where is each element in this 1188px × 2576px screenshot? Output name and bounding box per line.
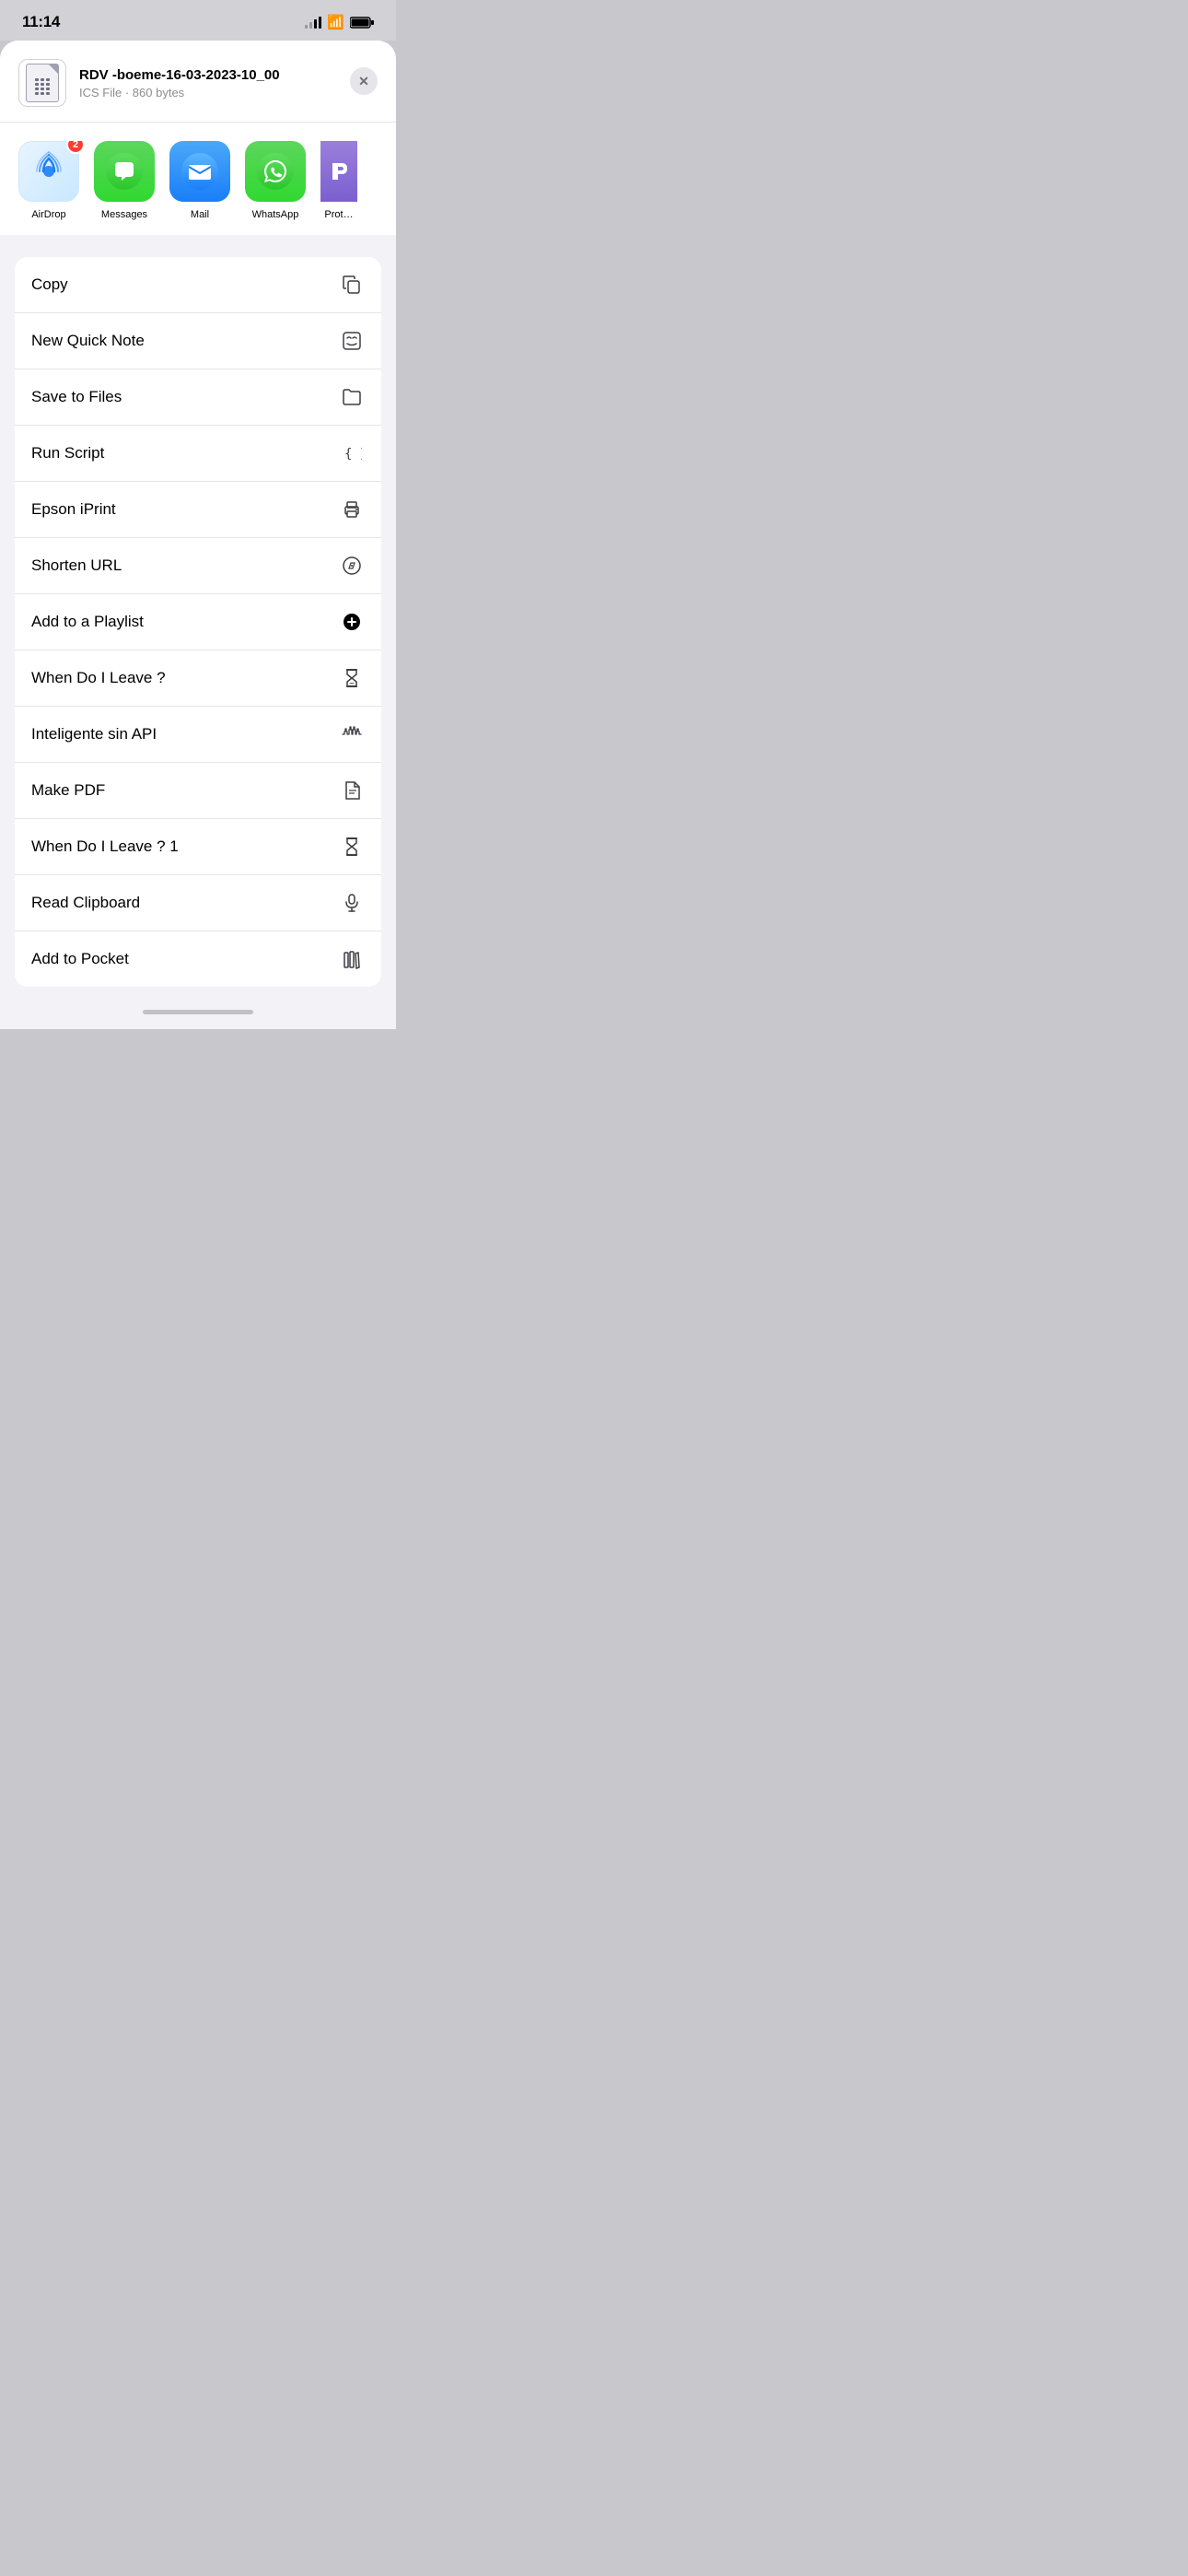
- whatsapp-icon: [245, 141, 306, 202]
- close-icon: ✕: [358, 74, 369, 89]
- home-bar: [143, 1010, 253, 1014]
- home-indicator: [0, 998, 396, 1029]
- share-sheet: RDV -boeme-16-03-2023-10_00 ICS File · 8…: [0, 41, 396, 998]
- when-do-i-leave-action[interactable]: When Do I Leave ?: [15, 650, 381, 707]
- quick-note-icon: [339, 328, 365, 354]
- waveform-icon: [339, 721, 365, 747]
- run-script-label: Run Script: [31, 444, 104, 463]
- signal-icon: [305, 16, 321, 29]
- proton-icon: [320, 141, 357, 202]
- messages-label: Messages: [101, 209, 147, 220]
- inteligente-sin-api-label: Inteligente sin API: [31, 725, 157, 744]
- app-item-airdrop[interactable]: 2 AirDrop: [18, 141, 79, 220]
- shorten-url-label: Shorten URL: [31, 556, 122, 575]
- new-quick-note-action[interactable]: New Quick Note: [15, 313, 381, 369]
- add-to-pocket-action[interactable]: Add to Pocket: [15, 931, 381, 987]
- file-icon: [18, 59, 66, 107]
- epson-iprint-action[interactable]: Epson iPrint: [15, 482, 381, 538]
- read-clipboard-action[interactable]: Read Clipboard: [15, 875, 381, 931]
- hourglass-2-icon: [339, 834, 365, 860]
- add-to-pocket-label: Add to Pocket: [31, 950, 129, 968]
- battery-icon: [350, 17, 374, 29]
- compass-icon: [339, 553, 365, 579]
- read-clipboard-label: Read Clipboard: [31, 894, 140, 912]
- file-header: RDV -boeme-16-03-2023-10_00 ICS File · 8…: [0, 41, 396, 123]
- printer-icon: [339, 497, 365, 522]
- airdrop-label: AirDrop: [31, 209, 65, 220]
- apps-scroll: 2 AirDrop: [0, 141, 396, 220]
- app-item-mail[interactable]: Mail: [169, 141, 230, 220]
- app-icon-wrap-mail: [169, 141, 230, 202]
- hourglass-icon: [339, 665, 365, 691]
- microphone-icon: [339, 890, 365, 916]
- apps-section: 2 AirDrop: [0, 123, 396, 242]
- script-icon: { }: [339, 440, 365, 466]
- status-time: 11:14: [22, 13, 60, 31]
- folder-icon: [339, 384, 365, 410]
- proton-label: Prot…: [324, 209, 353, 220]
- add-circle-icon: [339, 609, 365, 635]
- mail-label: Mail: [191, 209, 209, 220]
- close-button[interactable]: ✕: [350, 67, 378, 95]
- shorten-url-action[interactable]: Shorten URL: [15, 538, 381, 594]
- make-pdf-label: Make PDF: [31, 781, 105, 800]
- books-icon: [339, 946, 365, 972]
- epson-iprint-label: Epson iPrint: [31, 500, 116, 519]
- add-to-playlist-action[interactable]: Add to a Playlist: [15, 594, 381, 650]
- whatsapp-label: WhatsApp: [252, 209, 299, 220]
- file-meta: ICS File · 860 bytes: [79, 86, 378, 100]
- copy-label: Copy: [31, 275, 68, 294]
- make-pdf-action[interactable]: Make PDF: [15, 763, 381, 819]
- inteligente-sin-api-action[interactable]: Inteligente sin API: [15, 707, 381, 763]
- wifi-icon: 📶: [327, 14, 344, 30]
- app-icon-wrap-proton: [320, 141, 357, 202]
- svg-text:{ }: { }: [344, 447, 362, 462]
- app-item-proton[interactable]: Prot…: [320, 141, 357, 220]
- document-icon: [339, 778, 365, 803]
- add-to-playlist-label: Add to a Playlist: [31, 613, 144, 631]
- app-icon-wrap-messages: [94, 141, 155, 202]
- save-to-files-label: Save to Files: [31, 388, 122, 406]
- airdrop-badge: 2: [66, 141, 85, 154]
- status-icons: 📶: [305, 14, 374, 30]
- run-script-action[interactable]: Run Script { }: [15, 426, 381, 482]
- when-do-i-leave-1-action[interactable]: When Do I Leave ? 1: [15, 819, 381, 875]
- when-do-i-leave-label: When Do I Leave ?: [31, 669, 166, 687]
- mail-icon: [169, 141, 230, 202]
- app-icon-wrap-airdrop: 2: [18, 141, 79, 202]
- new-quick-note-label: New Quick Note: [31, 332, 145, 350]
- when-do-i-leave-1-label: When Do I Leave ? 1: [31, 837, 179, 856]
- file-name: RDV -boeme-16-03-2023-10_00: [79, 66, 378, 85]
- file-info: RDV -boeme-16-03-2023-10_00 ICS File · 8…: [79, 66, 378, 100]
- copy-action[interactable]: Copy: [15, 257, 381, 313]
- app-item-messages[interactable]: Messages: [94, 141, 155, 220]
- copy-icon: [339, 272, 365, 298]
- save-to-files-action[interactable]: Save to Files: [15, 369, 381, 426]
- messages-icon: [94, 141, 155, 202]
- status-bar: 11:14 📶: [0, 0, 396, 41]
- app-item-whatsapp[interactable]: WhatsApp: [245, 141, 306, 220]
- app-icon-wrap-whatsapp: [245, 141, 306, 202]
- action-list: Copy New Quick Note: [15, 257, 381, 987]
